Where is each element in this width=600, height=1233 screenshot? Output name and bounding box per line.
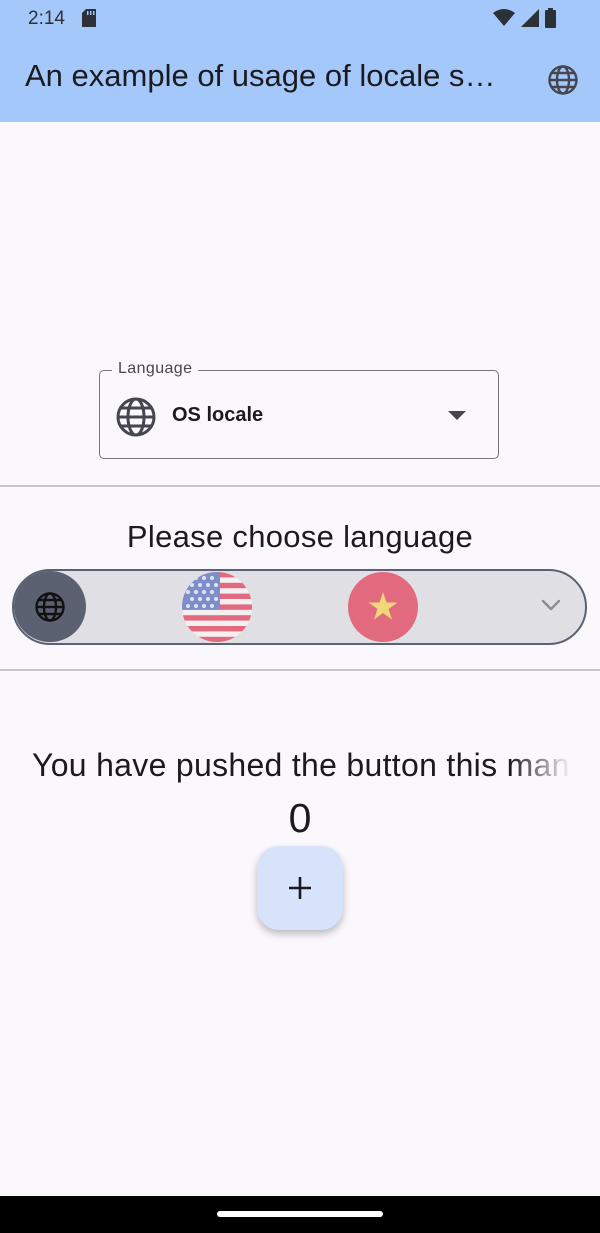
plus-icon (289, 877, 311, 899)
home-gesture-handle[interactable] (217, 1211, 383, 1217)
language-dropdown-value: OS locale (172, 404, 264, 426)
chevron-down-icon[interactable] (541, 598, 561, 612)
wifi-icon (493, 9, 515, 26)
vn-flag-option[interactable] (348, 572, 418, 642)
counter-label: You have pushed the button this many tim… (32, 747, 570, 783)
us-flag-option[interactable] (182, 572, 252, 642)
cell-signal-icon (521, 9, 539, 27)
language-globe-icon[interactable] (547, 64, 579, 96)
globe-icon (35, 592, 65, 622)
divider (0, 485, 600, 487)
status-bar: 2:14 (0, 0, 600, 38)
choose-language-heading: Please choose language (126, 519, 474, 554)
app-bar: An example of usage of locale switcher (0, 38, 600, 122)
system-nav-bar (0, 1196, 600, 1233)
language-dropdown-label: Language (112, 360, 199, 378)
language-dropdown[interactable]: Language OS locale (99, 360, 499, 459)
app-title: An example of usage of locale switcher (25, 58, 505, 93)
increment-button[interactable] (257, 846, 343, 930)
divider (0, 669, 600, 671)
dropdown-arrow-icon (448, 411, 466, 420)
globe-icon (116, 397, 156, 437)
system-locale-option[interactable] (14, 571, 86, 642)
us-flag-icon (182, 572, 252, 642)
vn-flag-icon (368, 592, 398, 620)
battery-icon (545, 8, 556, 28)
text-fade-overlay (510, 745, 572, 791)
status-time: 2:14 (28, 8, 65, 29)
sd-card-icon (82, 9, 96, 27)
language-switcher[interactable] (12, 569, 587, 645)
counter-value: 0 (288, 795, 312, 841)
